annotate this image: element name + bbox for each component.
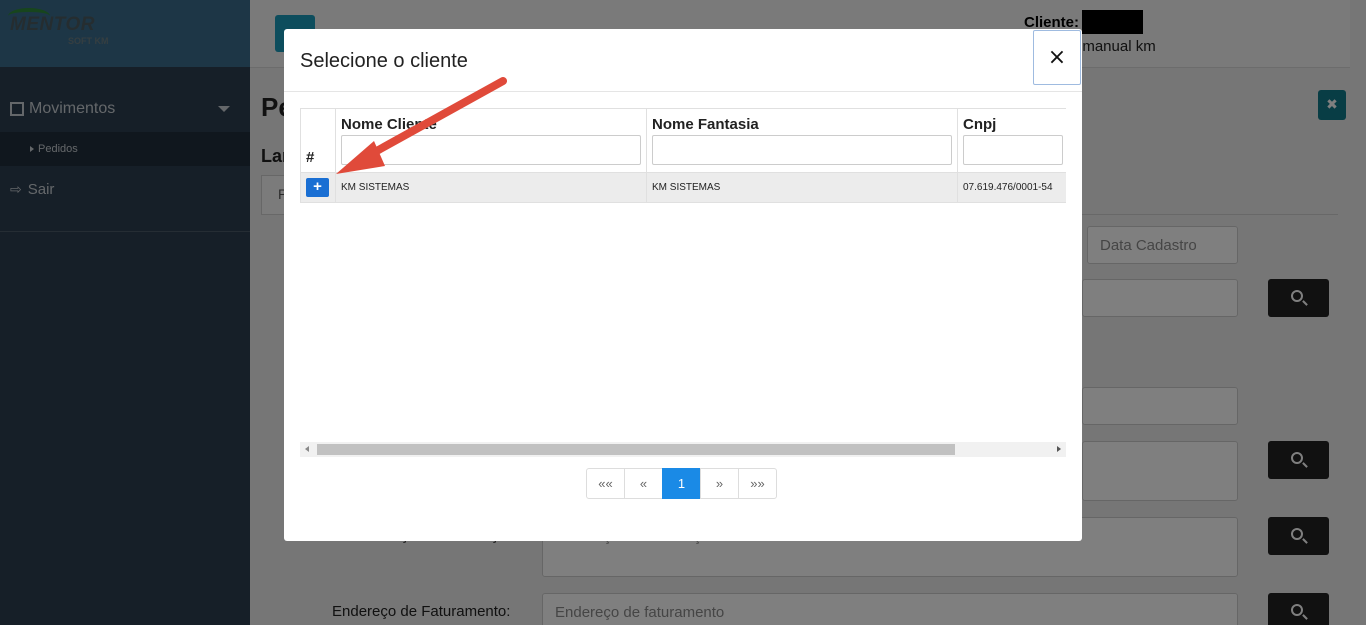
- annotation-arrow: [336, 77, 507, 174]
